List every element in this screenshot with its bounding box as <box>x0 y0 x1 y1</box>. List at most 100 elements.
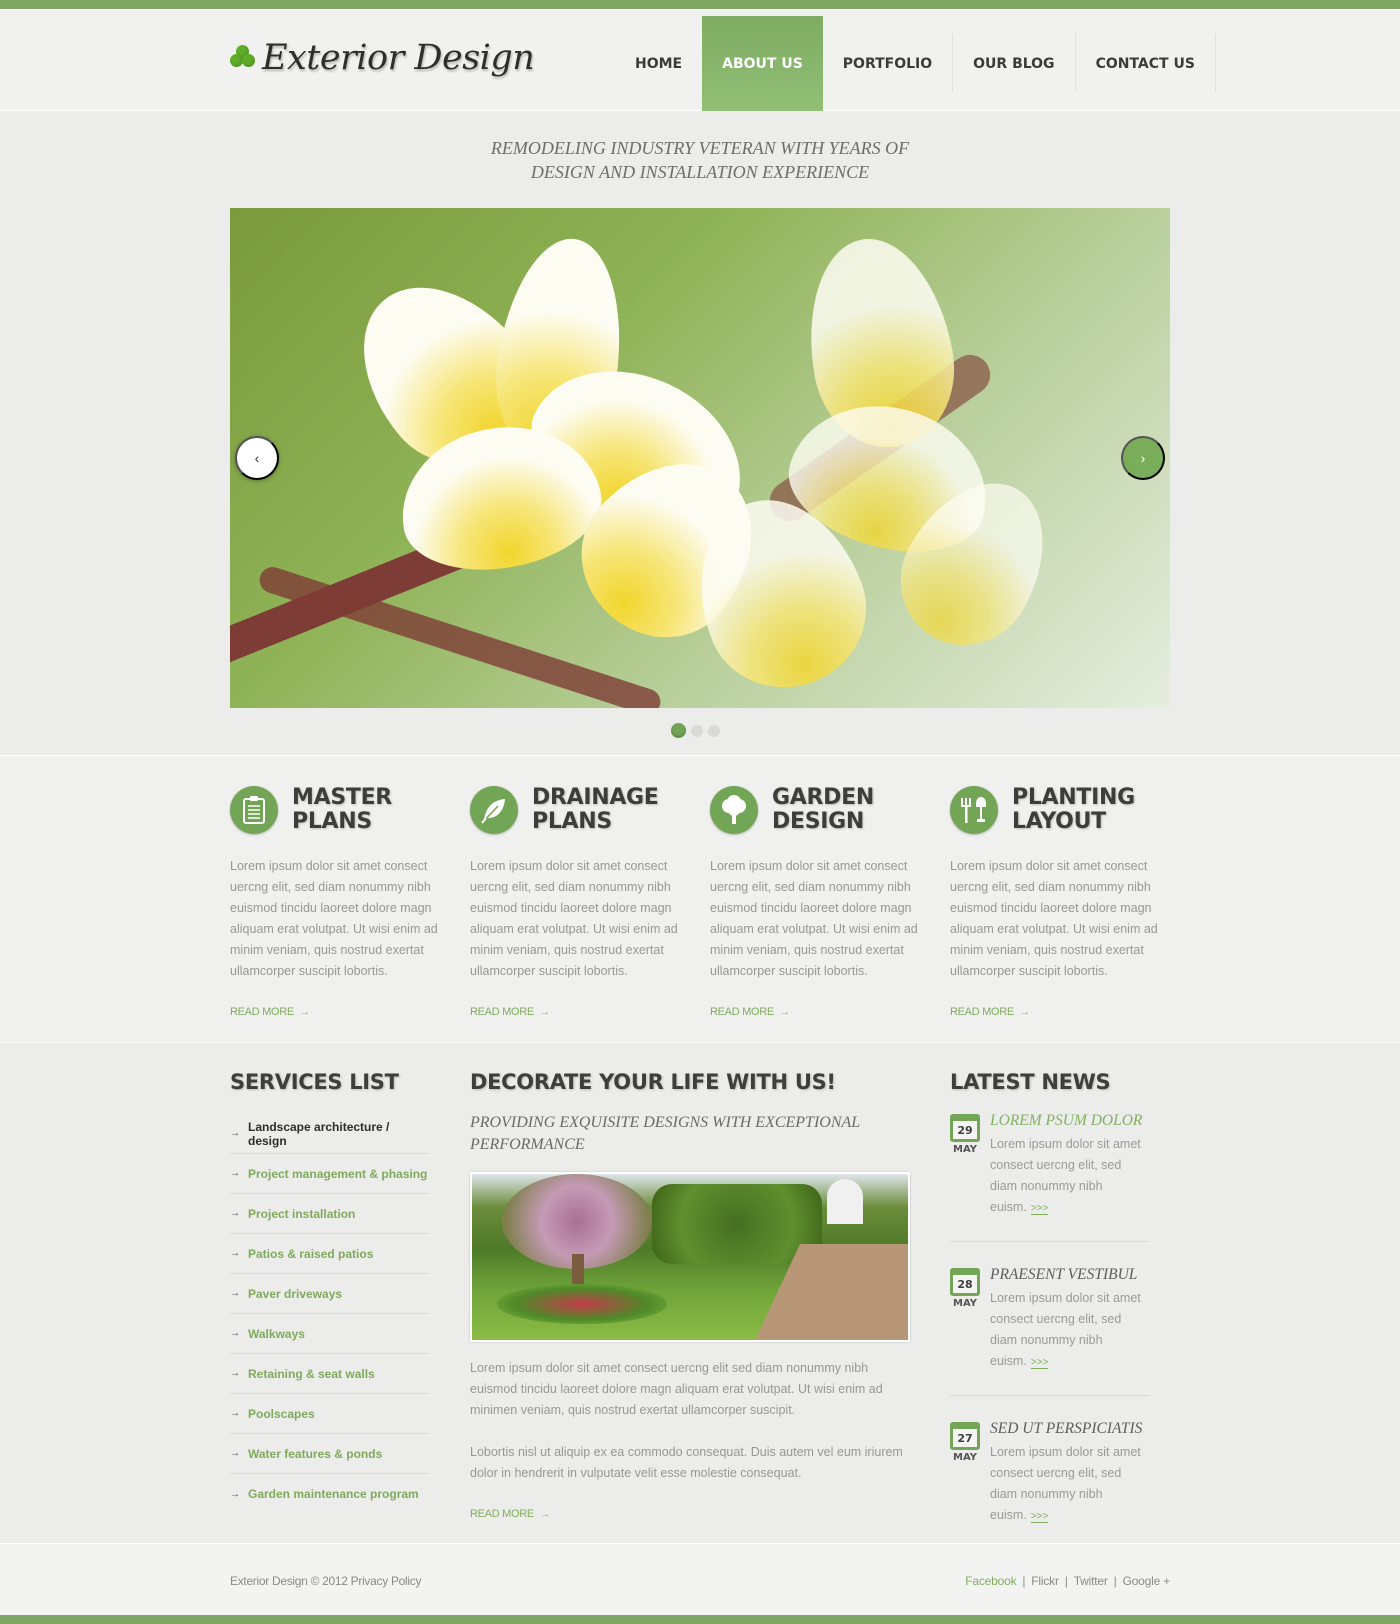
news-item-title[interactable]: LOREM PSUM DOLOR <box>990 1112 1142 1129</box>
nav-contact-us[interactable]: CONTACT US <box>1076 16 1215 111</box>
news-day: 28 <box>950 1268 980 1296</box>
arrow-right-icon: → <box>230 1128 240 1139</box>
slider-dot-2[interactable] <box>691 724 703 737</box>
main-nav: HOME ABOUT US PORTFOLIO OUR BLOG CONTACT… <box>615 16 1216 111</box>
read-more-link[interactable]: READ MORE → <box>470 1006 550 1018</box>
read-more-link[interactable]: READ MORE → <box>950 1006 1030 1018</box>
features-section: MASTER PLANS Lorem ipsum dolor sit amet c… <box>0 756 1400 1042</box>
feature-master-plans: MASTER PLANS Lorem ipsum dolor sit amet c… <box>230 786 440 1020</box>
clipboard-icon <box>230 786 278 834</box>
news-item-title[interactable]: PRAESENT VESTIBUL <box>990 1266 1137 1283</box>
site-footer: Exterior Design © 2012 Privacy Policy Fa… <box>0 1543 1400 1615</box>
nav-our-blog[interactable]: OUR BLOG <box>953 16 1074 111</box>
arrow-right-icon: → <box>230 1448 240 1459</box>
news-month: MAY <box>953 1452 977 1463</box>
service-item[interactable]: → Landscape architecture / design <box>230 1114 430 1154</box>
news-month: MAY <box>953 1144 977 1155</box>
feature-garden-design: GARDEN DESIGN Lorem ipsum dolor sit amet … <box>710 786 920 1020</box>
feature-text: Lorem ipsum dolor sit amet consect uercn… <box>710 859 918 978</box>
decorate-subtitle: PROVIDING EXQUISITE DESIGNS WITH EXCEPTI… <box>470 1114 860 1153</box>
news-more-link[interactable]: >>> <box>1030 1511 1049 1523</box>
slider-pagination <box>671 723 720 738</box>
bottom-accent-bar <box>0 1615 1400 1624</box>
read-more-link[interactable]: READ MORE → <box>470 1508 550 1520</box>
slider-next-button[interactable]: › <box>1121 436 1165 480</box>
arrow-right-icon: → <box>230 1368 240 1379</box>
arrow-right-icon: → <box>230 1488 240 1500</box>
feature-title: MASTER PLANS <box>292 785 392 834</box>
service-item[interactable]: → Project installation <box>230 1194 430 1234</box>
service-item[interactable]: → Garden maintenance program <box>230 1474 430 1514</box>
latest-news: LATEST NEWS 29 MAY LOREM PSUM DOLOR Lore… <box>950 1070 1150 1592</box>
site-header: Exterior Design HOME ABOUT US PORTFOLIO … <box>0 9 1400 111</box>
slide-image <box>230 208 1170 708</box>
slider-dot-3[interactable] <box>708 724 720 737</box>
top-accent-bar <box>0 0 1400 9</box>
arrow-right-icon: → <box>779 1007 790 1018</box>
calendar-icon: 29 MAY <box>950 1114 980 1219</box>
site-logo[interactable]: Exterior Design <box>230 38 535 78</box>
calendar-icon: 27 MAY <box>950 1422 980 1527</box>
feature-title: GARDEN DESIGN <box>772 785 874 834</box>
separator: | <box>1064 1574 1068 1588</box>
separator: | <box>1022 1574 1026 1588</box>
flickr-link[interactable]: Flickr <box>1031 1574 1059 1588</box>
decorate-section: DECORATE YOUR LIFE WITH US! PROVIDING EX… <box>470 1070 910 1522</box>
arrow-right-icon: → <box>539 1509 550 1520</box>
feature-planting-layout: PLANTING LAYOUT Lorem ipsum dolor sit ame… <box>950 786 1160 1020</box>
arrow-right-icon: → <box>1019 1007 1030 1018</box>
chevron-left-icon: ‹ <box>254 450 260 466</box>
slider-prev-button[interactable]: ‹ <box>235 436 279 480</box>
news-item: 28 MAY PRAESENT VESTIBUL Lorem ipsum dol… <box>950 1266 1150 1396</box>
service-item[interactable]: → Project management & phasing <box>230 1154 430 1194</box>
read-more-link[interactable]: READ MORE → <box>230 1006 310 1018</box>
feature-text: Lorem ipsum dolor sit amet consect uercn… <box>470 859 678 978</box>
leaf-icon <box>470 786 518 834</box>
feature-title: PLANTING LAYOUT <box>1012 785 1135 834</box>
news-title: LATEST NEWS <box>950 1070 1111 1094</box>
clover-logo-icon <box>230 45 256 71</box>
news-item: 27 MAY SED UT PERSPICIATIS Lorem ipsum d… <box>950 1420 1150 1550</box>
twitter-link[interactable]: Twitter <box>1074 1574 1108 1588</box>
news-item-title[interactable]: SED UT PERSPICIATIS <box>990 1420 1142 1437</box>
arrow-right-icon: → <box>539 1007 550 1018</box>
tagline-line-2: DESIGN AND INSTALLATION EXPERIENCE <box>530 162 870 182</box>
decorate-paragraph-1: Lorem ipsum dolor sit amet consect uercn… <box>470 1361 883 1417</box>
arrow-right-icon: → <box>230 1248 240 1259</box>
nav-portfolio[interactable]: PORTFOLIO <box>823 16 952 111</box>
separator: | <box>1113 1574 1117 1588</box>
service-item[interactable]: → Walkways <box>230 1314 430 1354</box>
calendar-icon: 28 MAY <box>950 1268 980 1373</box>
arrow-right-icon: → <box>230 1208 240 1219</box>
slider-dot-1[interactable] <box>671 723 686 738</box>
tagline-line-1: REMODELING INDUSTRY VETERAN WITH YEARS O… <box>490 138 910 158</box>
service-item[interactable]: → Poolscapes <box>230 1394 430 1434</box>
feature-text: Lorem ipsum dolor sit amet consect uercn… <box>230 859 438 978</box>
news-month: MAY <box>953 1298 977 1309</box>
read-more-link[interactable]: READ MORE → <box>710 1006 790 1018</box>
service-item[interactable]: → Paver driveways <box>230 1274 430 1314</box>
news-item-text: Lorem ipsum dolor sit amet consect uercn… <box>990 1137 1141 1215</box>
services-title: SERVICES LIST <box>230 1070 399 1094</box>
news-more-link[interactable]: >>> <box>1030 1357 1049 1369</box>
nav-separator <box>1214 34 1216 92</box>
lower-content: SERVICES LIST → Landscape architecture / … <box>0 1043 1400 1590</box>
news-day: 27 <box>950 1422 980 1450</box>
arrow-right-icon: → <box>230 1408 240 1419</box>
tree-icon <box>710 786 758 834</box>
feature-drainage-plans: DRAINAGE PLANS Lorem ipsum dolor sit amet… <box>470 786 680 1020</box>
decorate-title: DECORATE YOUR LIFE WITH US! <box>470 1070 836 1094</box>
google-plus-link[interactable]: Google + <box>1123 1574 1171 1588</box>
service-item[interactable]: → Water features & ponds <box>230 1434 430 1474</box>
nav-home[interactable]: HOME <box>615 16 702 111</box>
service-item[interactable]: → Patios & raised patios <box>230 1234 430 1274</box>
service-item[interactable]: → Retaining & seat walls <box>230 1354 430 1394</box>
news-day: 29 <box>950 1114 980 1142</box>
news-more-link[interactable]: >>> <box>1030 1203 1049 1215</box>
services-list: SERVICES LIST → Landscape architecture / … <box>230 1070 430 1514</box>
nav-about-us[interactable]: ABOUT US <box>702 16 823 111</box>
garden-tools-icon <box>950 786 998 834</box>
arrow-right-icon: → <box>230 1328 240 1339</box>
news-item: 29 MAY LOREM PSUM DOLOR Lorem ipsum dolo… <box>950 1112 1150 1242</box>
facebook-link[interactable]: Facebook <box>965 1574 1016 1588</box>
